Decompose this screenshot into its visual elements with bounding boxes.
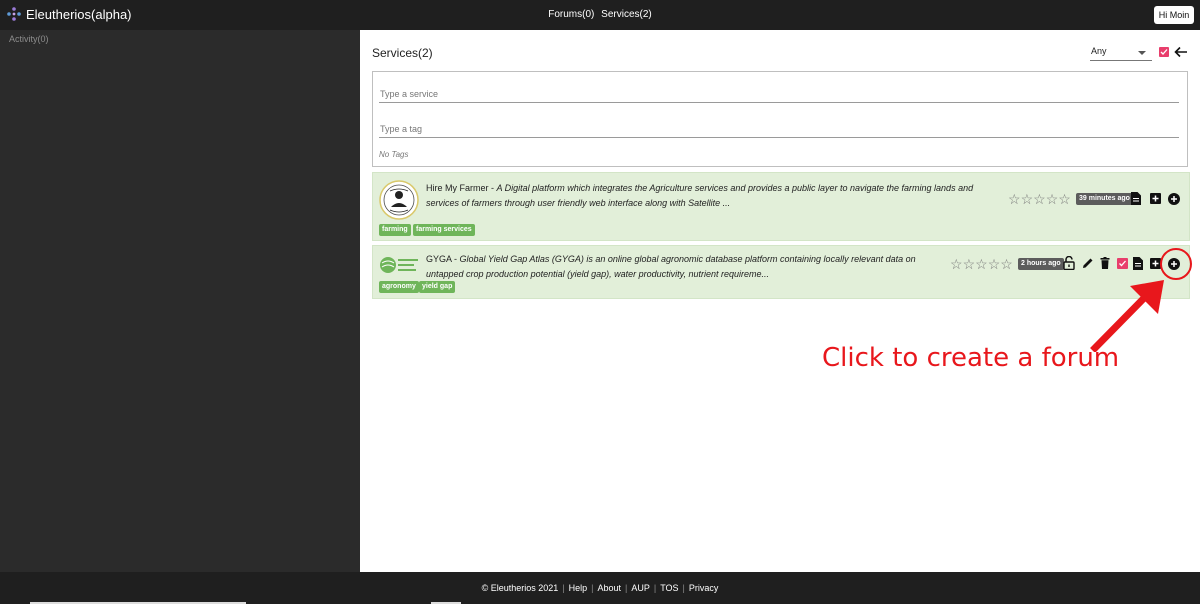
service-description: Global Yield Gap Atlas (GYGA) is an onli… [426,254,916,279]
star-icon[interactable]: ☆ [963,256,976,272]
annotation-circle [1160,248,1192,280]
search-box: Type a service Type a tag No Tags [372,71,1188,167]
tag-chip[interactable]: farming services [413,224,475,236]
document-icon[interactable] [1133,257,1143,270]
tag-chip[interactable]: agronomy [379,281,419,293]
annotation-arrow-icon [1090,280,1164,352]
service-card[interactable]: Hire My Farmer - A Digital platform whic… [372,172,1190,241]
service-description: A Digital platform which integrates the … [426,183,974,208]
tag-search-placeholder: Type a tag [380,124,423,134]
service-separator: - [451,254,460,264]
rating-stars[interactable]: ☆☆☆☆☆ [950,257,1013,271]
top-nav: Forums(0) Services(2) [0,9,1200,20]
plus-icon [1171,196,1177,202]
star-icon[interactable]: ☆ [1058,191,1071,207]
filter-select-value: Any [1091,46,1107,56]
user-button[interactable]: Hi Moin [1154,6,1194,24]
star-icon[interactable]: ☆ [950,256,963,272]
annotation-text: Click to create a forum [822,343,1120,373]
nav-services[interactable]: Services(2) [601,9,652,20]
filter-select[interactable]: Any [1090,44,1152,61]
star-icon[interactable]: ☆ [1000,256,1013,272]
service-summary: Hire My Farmer - A Digital platform whic… [426,181,998,211]
unlock-icon[interactable] [1063,256,1075,270]
caret-down-icon [1138,51,1146,55]
tag-search-input[interactable]: Type a tag [379,121,1179,138]
activity-sidebar: Activity(0) [0,30,359,572]
pencil-icon[interactable] [1082,257,1094,269]
footer: © Eleutherios 2021 | Help | About | AUP | TOS | Pr… [0,572,1200,604]
tag-chip[interactable]: farming [379,224,411,236]
service-name[interactable]: GYGA [426,254,452,264]
create-forum-icon[interactable] [1168,193,1180,205]
star-icon[interactable]: ☆ [988,256,1001,272]
footer-link-tos[interactable]: TOS [660,583,678,593]
document-icon[interactable] [1131,192,1141,205]
rating-stars[interactable]: ☆☆☆☆☆ [1008,192,1071,206]
star-icon[interactable]: ☆ [1008,191,1021,207]
footer-link-help[interactable]: Help [569,583,588,593]
check-icon [1119,260,1126,267]
no-tags-text: No Tags [379,150,409,159]
time-badge: 2 hours ago [1018,258,1064,270]
service-summary: GYGA - Global Yield Gap Atlas (GYGA) is … [426,252,946,282]
trash-icon[interactable] [1100,257,1110,269]
service-search-placeholder: Type a service [380,89,439,99]
time-badge: 39 minutes ago [1076,193,1133,205]
back-arrow-icon[interactable] [1174,46,1188,58]
check-icon [1160,49,1168,55]
service-name[interactable]: Hire My Farmer [426,183,489,193]
footer-link-privacy[interactable]: Privacy [689,583,719,593]
service-search-input[interactable]: Type a service [379,86,1179,103]
footer-link-about[interactable]: About [597,583,621,593]
service-card[interactable]: GYGA - Global Yield Gap Atlas (GYGA) is … [372,245,1190,299]
plus-icon [1152,195,1159,202]
page-title: Services(2) [372,46,433,60]
main-panel: Services(2) Any Type a service Type a ta… [360,30,1200,572]
service-logo [380,257,418,273]
footer-link-aup[interactable]: AUP [631,583,650,593]
star-icon[interactable]: ☆ [1033,191,1046,207]
tag-chip[interactable]: yield gap [419,281,456,293]
service-separator: - [488,183,497,193]
activity-label[interactable]: Activity(0) [9,34,49,44]
star-icon[interactable]: ☆ [975,256,988,272]
footer-links: © Eleutherios 2021 | Help | About | AUP | TOS | Pr… [481,583,719,593]
star-icon[interactable]: ☆ [1021,191,1034,207]
select-checkbox[interactable] [1117,258,1128,269]
star-icon[interactable]: ☆ [1046,191,1059,207]
nav-forums[interactable]: Forums(0) [548,9,594,20]
add-document-icon[interactable] [1150,193,1161,204]
top-bar: Eleutherios(alpha) Forums(0) Services(2)… [0,0,1200,30]
select-all-checkbox[interactable] [1159,47,1169,57]
copyright-text: © Eleutherios 2021 [481,583,559,593]
service-logo [379,180,419,220]
